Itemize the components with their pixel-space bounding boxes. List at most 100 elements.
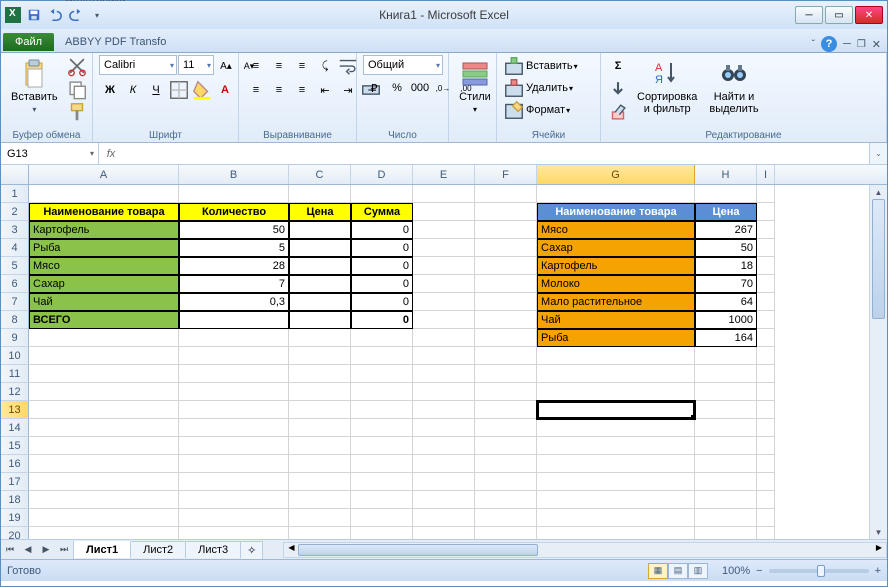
cell-I7[interactable] xyxy=(757,293,775,311)
bold-button[interactable]: Ж xyxy=(99,79,121,101)
cell-E5[interactable] xyxy=(413,257,475,275)
cell-C8[interactable] xyxy=(289,311,351,329)
scroll-thumb[interactable] xyxy=(872,199,885,319)
row-header-11[interactable]: 11 xyxy=(1,365,29,383)
cell-F11[interactable] xyxy=(475,365,537,383)
zoom-slider-thumb[interactable] xyxy=(817,565,825,577)
delete-cells-button[interactable] xyxy=(503,77,525,99)
cell-I10[interactable] xyxy=(757,347,775,365)
cell-F16[interactable] xyxy=(475,455,537,473)
underline-button[interactable]: Ч xyxy=(145,79,167,101)
cell-F15[interactable] xyxy=(475,437,537,455)
cell-H13[interactable] xyxy=(695,401,757,419)
cell-F14[interactable] xyxy=(475,419,537,437)
align-center-button[interactable]: ≡ xyxy=(268,79,290,101)
delete-cells-label[interactable]: Удалить xyxy=(526,82,568,94)
cell-G19[interactable] xyxy=(537,509,695,527)
cell-A7[interactable]: Чай xyxy=(29,293,179,311)
cell-B19[interactable] xyxy=(179,509,289,527)
cell-B5[interactable]: 28 xyxy=(179,257,289,275)
horizontal-scrollbar[interactable]: ◀ ▶ xyxy=(283,542,887,558)
cell-C13[interactable] xyxy=(289,401,351,419)
cell-B8[interactable] xyxy=(179,311,289,329)
row-header-16[interactable]: 16 xyxy=(1,455,29,473)
cell-I3[interactable] xyxy=(757,221,775,239)
cell-I13[interactable] xyxy=(757,401,775,419)
cell-F18[interactable] xyxy=(475,491,537,509)
align-middle-button[interactable]: ≡ xyxy=(268,55,290,77)
cell-I8[interactable] xyxy=(757,311,775,329)
cell-I15[interactable] xyxy=(757,437,775,455)
fx-button[interactable]: fx xyxy=(99,148,123,160)
cell-F2[interactable] xyxy=(475,203,537,221)
cell-D15[interactable] xyxy=(351,437,413,455)
cell-E6[interactable] xyxy=(413,275,475,293)
cell-G14[interactable] xyxy=(537,419,695,437)
cell-G12[interactable] xyxy=(537,383,695,401)
cell-C12[interactable] xyxy=(289,383,351,401)
zoom-in-button[interactable]: + xyxy=(875,565,881,577)
cell-A15[interactable] xyxy=(29,437,179,455)
decrease-indent-button[interactable]: ⇤ xyxy=(314,79,336,101)
column-header-A[interactable]: A xyxy=(29,165,179,184)
cell-I17[interactable] xyxy=(757,473,775,491)
cell-A8[interactable]: ВСЕГО xyxy=(29,311,179,329)
row-header-12[interactable]: 12 xyxy=(1,383,29,401)
cell-C9[interactable] xyxy=(289,329,351,347)
cell-A9[interactable] xyxy=(29,329,179,347)
cell-E7[interactable] xyxy=(413,293,475,311)
row-header-4[interactable]: 4 xyxy=(1,239,29,257)
cell-H1[interactable] xyxy=(695,185,757,203)
cell-H7[interactable]: 64 xyxy=(695,293,757,311)
row-header-1[interactable]: 1 xyxy=(1,185,29,203)
cell-H5[interactable]: 18 xyxy=(695,257,757,275)
file-tab[interactable]: Файл xyxy=(3,33,54,51)
cell-C16[interactable] xyxy=(289,455,351,473)
view-pagebreak-button[interactable]: ▥ xyxy=(688,563,708,579)
clear-button[interactable] xyxy=(607,101,629,123)
cell-I6[interactable] xyxy=(757,275,775,293)
workbook-restore-icon[interactable]: ❐ xyxy=(857,39,866,50)
workbook-minimize-icon[interactable]: ─ xyxy=(843,38,851,50)
cell-H10[interactable] xyxy=(695,347,757,365)
cell-H4[interactable]: 50 xyxy=(695,239,757,257)
cell-H14[interactable] xyxy=(695,419,757,437)
cell-D1[interactable] xyxy=(351,185,413,203)
insert-cells-label[interactable]: Вставить xyxy=(526,60,573,72)
align-top-button[interactable]: ≡ xyxy=(245,55,267,77)
cell-D17[interactable] xyxy=(351,473,413,491)
cell-H8[interactable]: 1000 xyxy=(695,311,757,329)
cell-D11[interactable] xyxy=(351,365,413,383)
cell-E19[interactable] xyxy=(413,509,475,527)
increase-font-button[interactable]: A▴ xyxy=(215,55,237,77)
cell-C6[interactable] xyxy=(289,275,351,293)
cell-I4[interactable] xyxy=(757,239,775,257)
cell-E10[interactable] xyxy=(413,347,475,365)
cell-C14[interactable] xyxy=(289,419,351,437)
cell-E1[interactable] xyxy=(413,185,475,203)
copy-button[interactable] xyxy=(66,78,88,100)
view-normal-button[interactable]: ▦ xyxy=(648,563,668,579)
cell-F13[interactable] xyxy=(475,401,537,419)
cell-B17[interactable] xyxy=(179,473,289,491)
comma-button[interactable]: 000 xyxy=(409,77,431,99)
save-button[interactable] xyxy=(25,6,43,24)
cell-B1[interactable] xyxy=(179,185,289,203)
cell-B20[interactable] xyxy=(179,527,289,539)
row-header-3[interactable]: 3 xyxy=(1,221,29,239)
cell-H16[interactable] xyxy=(695,455,757,473)
vertical-scrollbar[interactable]: ▲ ▼ xyxy=(869,185,887,539)
cell-H15[interactable] xyxy=(695,437,757,455)
cell-E12[interactable] xyxy=(413,383,475,401)
cell-B12[interactable] xyxy=(179,383,289,401)
cell-C19[interactable] xyxy=(289,509,351,527)
cell-C11[interactable] xyxy=(289,365,351,383)
row-header-10[interactable]: 10 xyxy=(1,347,29,365)
cell-B7[interactable]: 0,3 xyxy=(179,293,289,311)
cell-D4[interactable]: 0 xyxy=(351,239,413,257)
cell-A20[interactable] xyxy=(29,527,179,539)
cell-I18[interactable] xyxy=(757,491,775,509)
cell-D18[interactable] xyxy=(351,491,413,509)
cell-C1[interactable] xyxy=(289,185,351,203)
cell-I19[interactable] xyxy=(757,509,775,527)
